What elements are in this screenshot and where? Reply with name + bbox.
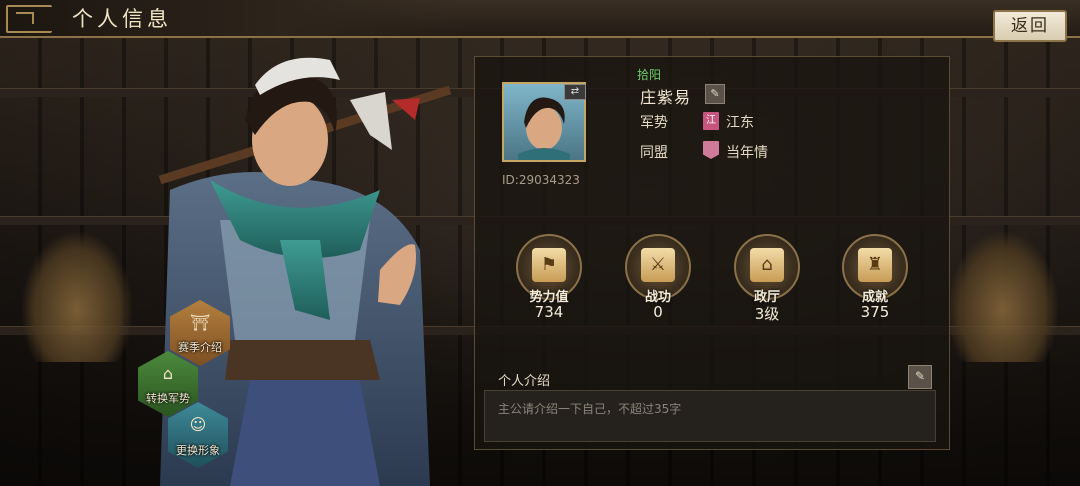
- faction-value: 江东: [726, 115, 754, 131]
- fortress-icon: ⌂: [162, 364, 174, 383]
- faction-flag-icon: 江: [703, 112, 719, 130]
- portrait-icon: ☺: [189, 415, 207, 434]
- stat-merit[interactable]: ⚔ 战功 0: [617, 234, 699, 324]
- phoenix-statue-right: [948, 232, 1058, 362]
- fret-ornament-icon: [6, 5, 52, 33]
- intro-placeholder: 主公请介绍一下自己，不超过35字: [498, 402, 682, 416]
- stat-value: 375: [860, 303, 890, 321]
- faction-label: 军势: [640, 115, 668, 131]
- change-avatar-label: 更换形象: [176, 444, 220, 457]
- banner-icon: ⚑: [532, 248, 566, 282]
- player-name: 庄紫易: [640, 88, 692, 107]
- stat-hall[interactable]: ⌂ 政厅 3级: [726, 234, 808, 324]
- season-intro-label: 赛季介绍: [178, 341, 222, 354]
- alliance-value[interactable]: 当年情: [726, 142, 768, 162]
- stat-value: 734: [534, 303, 564, 321]
- page-title: 个人信息: [72, 7, 172, 31]
- intro-heading: 个人介绍: [498, 374, 551, 389]
- edit-name-icon[interactable]: ✎: [705, 84, 725, 104]
- switch-faction-label: 转换军势: [146, 392, 190, 405]
- player-id: ID:29034323: [502, 173, 580, 187]
- edit-intro-icon[interactable]: ✎: [908, 365, 932, 389]
- stat-value: 3级: [754, 305, 780, 323]
- back-button[interactable]: 返回: [993, 10, 1067, 42]
- stat-power[interactable]: ⚑ 势力值 734: [508, 234, 590, 324]
- phoenix-statue-left: [22, 232, 132, 362]
- server-name: 拾阳: [637, 68, 662, 82]
- stat-achievement[interactable]: ♜ 成就 375: [834, 234, 916, 324]
- alliance-label: 同盟: [640, 145, 668, 161]
- sword-icon: ⚔: [641, 248, 675, 282]
- swap-avatar-icon[interactable]: ⇄: [564, 84, 586, 100]
- top-bar: 个人信息: [0, 0, 1080, 38]
- title-plate: 个人信息: [0, 0, 470, 36]
- stat-value: 0: [653, 303, 663, 321]
- cauldron-icon: ♜: [858, 248, 892, 282]
- pavilion-icon: ⛩: [190, 313, 211, 332]
- palace-icon: ⌂: [750, 248, 784, 282]
